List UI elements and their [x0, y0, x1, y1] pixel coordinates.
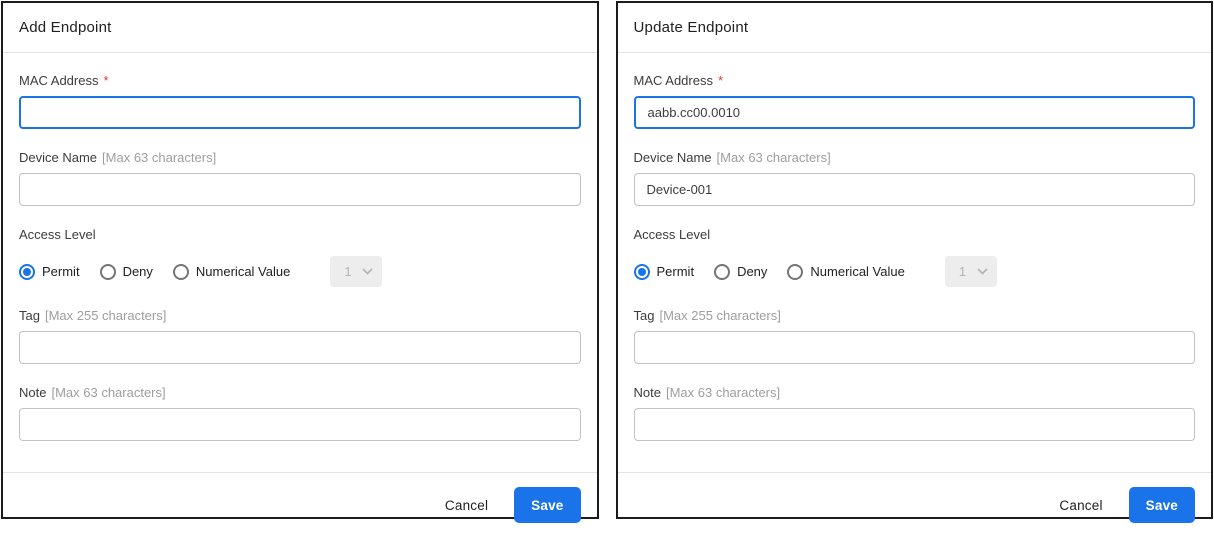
radio-permit[interactable]: Permit [19, 264, 80, 280]
dialog-header: Add Endpoint [3, 3, 597, 53]
note-label: Note [634, 385, 661, 400]
radio-circle-icon [19, 264, 35, 280]
radio-circle-icon [100, 264, 116, 280]
dialog-body: MAC Address * Device Name [Max 63 charact… [618, 53, 1212, 472]
dialog-title: Update Endpoint [634, 19, 749, 36]
chevron-down-icon [977, 268, 988, 275]
required-asterisk: * [103, 73, 108, 88]
note-field-group: Note [Max 63 characters] [634, 385, 1196, 441]
tag-input[interactable] [634, 331, 1196, 364]
mac-address-field-group: MAC Address * [634, 73, 1196, 129]
radio-deny[interactable]: Deny [714, 264, 767, 280]
radio-deny[interactable]: Deny [100, 264, 153, 280]
device-name-hint: [Max 63 characters] [717, 150, 831, 165]
access-level-radio-group: Permit Deny Numerical Value 1 [634, 256, 1196, 287]
access-level-field-group: Access Level Permit Deny Numerical Value [19, 227, 581, 287]
radio-circle-icon [787, 264, 803, 280]
mac-address-field-group: MAC Address * [19, 73, 581, 129]
device-name-label: Device Name [634, 150, 712, 165]
note-field-group: Note [Max 63 characters] [19, 385, 581, 441]
access-level-radio-group: Permit Deny Numerical Value 1 [19, 256, 581, 287]
cancel-button[interactable]: Cancel [1059, 498, 1102, 513]
mac-address-input[interactable] [19, 96, 581, 129]
numerical-value-select: 1 [330, 256, 382, 287]
radio-numerical-value[interactable]: Numerical Value [787, 264, 904, 280]
dialog-footer: Cancel Save [618, 472, 1212, 537]
cancel-button[interactable]: Cancel [445, 498, 488, 513]
tag-label: Tag [19, 308, 40, 323]
dialog-body: MAC Address * Device Name [Max 63 charact… [3, 53, 597, 472]
access-level-label: Access Level [634, 227, 711, 242]
radio-permit[interactable]: Permit [634, 264, 695, 280]
note-input[interactable] [634, 408, 1196, 441]
tag-label: Tag [634, 308, 655, 323]
device-name-field-group: Device Name [Max 63 characters] [19, 150, 581, 206]
note-hint: [Max 63 characters] [51, 385, 165, 400]
dialog-footer: Cancel Save [3, 472, 597, 537]
dialogs-container: Add Endpoint MAC Address * Device Name [M… [0, 0, 1214, 520]
chevron-down-icon [362, 268, 373, 275]
access-level-label: Access Level [19, 227, 96, 242]
radio-circle-icon [634, 264, 650, 280]
tag-hint: [Max 255 characters] [659, 308, 780, 323]
device-name-hint: [Max 63 characters] [102, 150, 216, 165]
update-endpoint-dialog: Update Endpoint MAC Address * Device Name… [616, 1, 1214, 519]
radio-numerical-value[interactable]: Numerical Value [173, 264, 290, 280]
note-hint: [Max 63 characters] [666, 385, 780, 400]
radio-circle-icon [714, 264, 730, 280]
mac-address-input[interactable] [634, 96, 1196, 129]
mac-address-label: MAC Address [634, 73, 713, 88]
tag-field-group: Tag [Max 255 characters] [634, 308, 1196, 364]
tag-input[interactable] [19, 331, 581, 364]
radio-circle-icon [173, 264, 189, 280]
note-label: Note [19, 385, 46, 400]
save-button[interactable]: Save [514, 487, 580, 523]
dialog-title: Add Endpoint [19, 19, 111, 36]
numerical-value-select: 1 [945, 256, 997, 287]
tag-hint: [Max 255 characters] [45, 308, 166, 323]
dialog-header: Update Endpoint [618, 3, 1212, 53]
tag-field-group: Tag [Max 255 characters] [19, 308, 581, 364]
device-name-input[interactable] [634, 173, 1196, 206]
add-endpoint-dialog: Add Endpoint MAC Address * Device Name [M… [1, 1, 599, 519]
note-input[interactable] [19, 408, 581, 441]
save-button[interactable]: Save [1129, 487, 1195, 523]
device-name-label: Device Name [19, 150, 97, 165]
device-name-field-group: Device Name [Max 63 characters] [634, 150, 1196, 206]
device-name-input[interactable] [19, 173, 581, 206]
access-level-field-group: Access Level Permit Deny Numerical Value [634, 227, 1196, 287]
mac-address-label: MAC Address [19, 73, 98, 88]
required-asterisk: * [718, 73, 723, 88]
